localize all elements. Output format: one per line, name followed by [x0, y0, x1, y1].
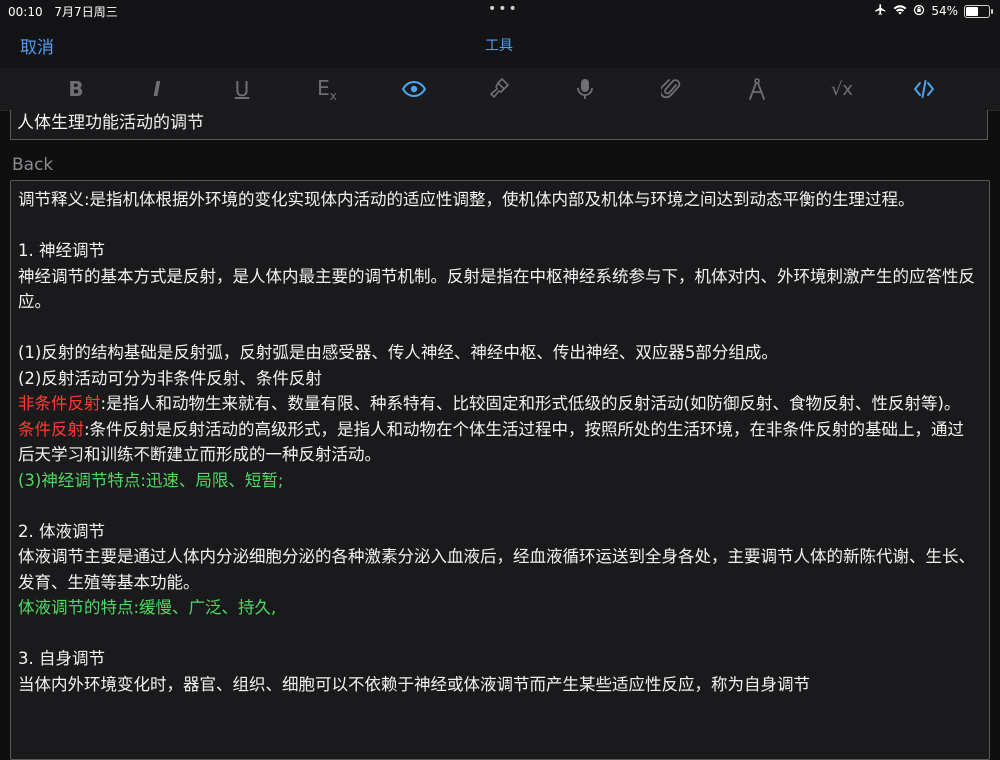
airplane-icon — [874, 3, 887, 19]
status-time: 00:10 — [8, 5, 43, 19]
paperclip-icon — [661, 77, 681, 101]
cancel-button[interactable]: 取消 — [20, 33, 54, 58]
battery-percent: 54% — [931, 4, 958, 18]
paragraph-humoral: 体液调节主要是通过人体内分泌细胞分泌的各种激素分泌入血液后，经血液循环运送到全身… — [18, 547, 975, 592]
highlight-button[interactable] — [482, 75, 516, 103]
preview-button[interactable] — [397, 75, 431, 103]
eye-icon — [402, 81, 426, 97]
attach-button[interactable] — [654, 75, 688, 103]
paragraph-conditioned-reflex: 条件反射:条件反射是反射活动的高级形式，是指人和动物在个体生活过程中，按照所处的… — [18, 417, 979, 468]
conditioned-reflex-text: :条件反射是反射活动的高级形式，是指人和动物在个体生活过程中，按照所处的生活环境… — [18, 419, 965, 465]
unconditioned-reflex-label: 非条件反射 — [18, 394, 101, 413]
paragraph-autoregulation: 当体内外环境变化时，器官、组织、细胞可以不依赖于神经或体液调节而产生某些适应性反… — [18, 674, 810, 694]
compass-icon — [748, 77, 766, 101]
neural-features: (3)神经调节特点:迅速、局限、短暂; — [18, 470, 284, 490]
status-date: 7月7日周三 — [54, 5, 118, 19]
underline-icon: U — [234, 77, 250, 101]
record-button[interactable] — [568, 75, 602, 103]
multitasking-dots[interactable]: ••• — [488, 1, 519, 17]
unconditioned-reflex-text: :是指人和动物生来就有、数量有限、种系特有、比较固定和形式低级的反射活动(如防御… — [100, 394, 961, 413]
rotation-lock-icon — [913, 4, 925, 19]
section-heading-3: 3. 自身调节 — [18, 649, 105, 668]
paragraph-unconditioned-reflex: 非条件反射:是指人和动物生来就有、数量有限、种系特有、比较固定和形式低级的反射活… — [18, 391, 979, 417]
back-field[interactable]: 调节释义:是指机体根据外环境的变化实现体内活动的适应性调整，使机体内部及机体与环… — [10, 180, 990, 760]
clear-format-icon: Ex — [317, 75, 337, 103]
conditioned-reflex-label: 条件反射 — [18, 419, 84, 439]
status-right: 54% — [874, 3, 993, 19]
paragraph-reflex-arc: (1)反射的结构基础是反射弧，反射弧是由感受器、传人神经、神经中枢、传出神经、双… — [18, 343, 778, 362]
wifi-icon — [893, 4, 907, 19]
drawing-button[interactable] — [740, 75, 774, 103]
section-heading-1: 1. 神经调节 — [18, 241, 105, 260]
bold-button[interactable]: B — [59, 75, 93, 103]
status-left: 00:10 7月7日周三 — [8, 3, 126, 20]
nav-bar: 取消 工具 — [0, 22, 1000, 68]
status-bar: 00:10 7月7日周三 ••• 54% — [0, 0, 1000, 22]
clear-format-button[interactable]: Ex — [310, 75, 344, 103]
microphone-icon — [577, 78, 593, 100]
bold-icon: B — [68, 77, 84, 101]
paragraph-reflex-types: (2)反射活动可分为非条件反射、条件反射 — [18, 368, 322, 388]
format-toolbar: B I U Ex √x — [0, 68, 1000, 111]
front-field[interactable]: 人体生理功能活动的调节 — [10, 110, 988, 140]
humoral-features: 体液调节的特点:缓慢、广泛、持久, — [18, 598, 277, 617]
section-heading-2: 2. 体液调节 — [18, 521, 105, 541]
underline-button[interactable]: U — [225, 75, 259, 103]
sqrt-icon: √x — [830, 78, 854, 100]
tools-title[interactable]: 工具 — [485, 35, 513, 55]
battery-icon — [964, 4, 993, 18]
definition-text: 调节释义:是指机体根据外环境的变化实现体内活动的适应性调整，使机体内部及机体与环… — [18, 190, 915, 209]
italic-icon: I — [153, 77, 161, 101]
italic-button[interactable]: I — [140, 75, 174, 103]
battery-level — [966, 6, 978, 16]
paragraph-neural: 神经调节的基本方式是反射，是人体内最主要的调节机制。反射是指在中枢神经系统参与下… — [18, 266, 975, 312]
brush-icon — [488, 77, 510, 101]
html-editor-button[interactable] — [907, 75, 941, 103]
back-label: Back — [12, 155, 54, 175]
code-icon — [913, 79, 935, 99]
math-button[interactable]: √x — [825, 75, 859, 103]
